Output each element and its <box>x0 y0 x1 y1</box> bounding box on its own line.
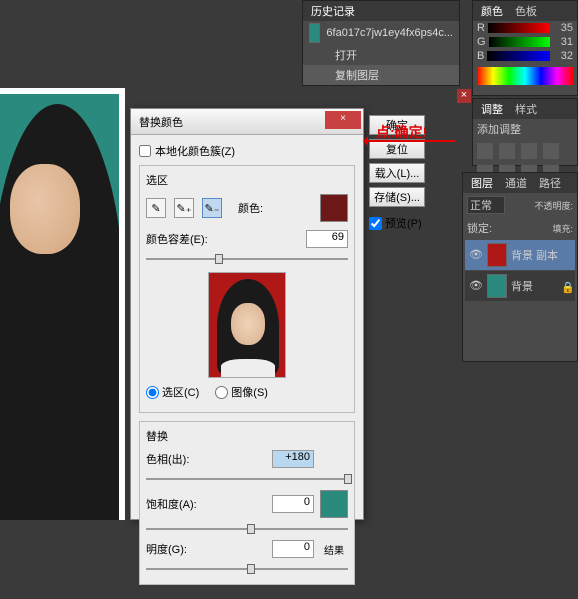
selection-preview <box>208 272 286 378</box>
annotation-text: 点:确定! <box>376 122 427 142</box>
lock-icon: 🔒 <box>561 281 571 291</box>
fill-label: 填充: <box>552 222 573 235</box>
result-color-swatch[interactable] <box>320 490 348 518</box>
opacity-label: 不透明度: <box>534 199 573 212</box>
adjustments-panel: 调整样式 添加调整 <box>472 98 578 166</box>
tolerance-input[interactable]: 69 <box>306 230 348 248</box>
r-slider[interactable] <box>488 23 550 33</box>
hue-slider[interactable] <box>146 472 348 486</box>
radio-image[interactable] <box>215 386 228 399</box>
saturation-slider[interactable] <box>146 522 348 536</box>
close-icon[interactable]: × <box>325 111 361 129</box>
color-tab[interactable]: 颜色 <box>481 3 503 19</box>
layer-row-bg[interactable]: 👁 背景 🔒 <box>465 271 575 301</box>
r-value[interactable]: 35 <box>553 22 573 34</box>
reset-button[interactable]: 复位 <box>369 139 425 159</box>
swatches-tab[interactable]: 色板 <box>515 3 537 19</box>
panel-close-icon[interactable]: × <box>457 89 471 103</box>
preview-checkbox[interactable] <box>369 217 382 230</box>
history-item-open[interactable]: 打开 <box>303 45 459 65</box>
g-slider[interactable] <box>489 37 550 47</box>
curves-icon[interactable] <box>521 143 537 159</box>
b-value[interactable]: 32 <box>553 50 573 62</box>
dialog-titlebar[interactable]: 替换颜色 × <box>131 109 363 135</box>
result-label: 结果 <box>320 542 348 557</box>
eyedropper-icon[interactable]: ✎ <box>146 198 166 218</box>
selection-group-title: 选区 <box>146 172 348 188</box>
replace-color-dialog: 替换颜色 × 本地化颜色簇(Z) 选区 ✎ ✎₊ ✎₋ 颜色: 颜色容差(E):… <box>130 108 364 520</box>
add-adjustment-label: 添加调整 <box>473 119 577 139</box>
selection-group: 选区 ✎ ✎₊ ✎₋ 颜色: 颜色容差(E): 69 选区(C) 图像(S) <box>139 165 355 413</box>
brightness-icon[interactable] <box>477 143 493 159</box>
eyedropper-plus-icon[interactable]: ✎₊ <box>174 198 194 218</box>
color-panel: 颜色色板 R35 G31 B32 × <box>472 0 578 96</box>
layer-row-copy[interactable]: 👁 背景 副本 <box>465 240 575 270</box>
levels-icon[interactable] <box>499 143 515 159</box>
replace-group-title: 替换 <box>146 428 348 444</box>
localize-checkbox[interactable] <box>139 145 151 157</box>
localize-label: 本地化颜色簇(Z) <box>155 143 235 159</box>
exposure-icon[interactable] <box>543 143 559 159</box>
g-label: G <box>477 36 486 48</box>
tolerance-slider[interactable] <box>146 252 348 266</box>
lightness-label: 明度(G): <box>146 541 206 557</box>
save-button[interactable]: 存储(S)... <box>369 187 425 207</box>
source-color-swatch[interactable] <box>320 194 348 222</box>
eyedropper-minus-icon[interactable]: ✎₋ <box>202 198 222 218</box>
history-snapshot[interactable]: 6fa017c7jw1ey4fx6ps4c... <box>303 21 459 45</box>
hue-label: 色相(出): <box>146 451 206 467</box>
saturation-label: 饱和度(A): <box>146 496 206 512</box>
g-value[interactable]: 31 <box>553 36 573 48</box>
paths-tab[interactable]: 路径 <box>539 175 561 191</box>
visibility-icon[interactable]: 👁 <box>469 279 483 293</box>
layer-thumb <box>487 274 507 298</box>
tolerance-label: 颜色容差(E): <box>146 231 208 247</box>
radio-image-label: 图像(S) <box>231 384 268 400</box>
load-button[interactable]: 载入(L)... <box>369 163 425 183</box>
radio-selection[interactable] <box>146 386 159 399</box>
lightness-slider[interactable] <box>146 562 348 576</box>
lightness-input[interactable]: 0 <box>272 540 314 558</box>
radio-selection-label: 选区(C) <box>162 384 199 400</box>
dialog-title: 替换颜色 <box>139 114 183 130</box>
saturation-input[interactable]: 0 <box>272 495 314 513</box>
history-thumb <box>309 23 320 43</box>
color-label: 颜色: <box>238 200 263 216</box>
layers-panel: 图层通道路径 正常 不透明度: 锁定: 填充: 👁 背景 副本 👁 背景 🔒 <box>462 172 578 362</box>
visibility-icon[interactable]: 👁 <box>469 248 483 262</box>
photo-teal-bg <box>0 94 119 520</box>
hue-strip[interactable] <box>477 67 573 85</box>
channels-tab[interactable]: 通道 <box>505 175 527 191</box>
lock-label: 锁定: <box>467 220 492 236</box>
b-label: B <box>477 50 484 62</box>
b-slider[interactable] <box>487 51 550 61</box>
layers-tab[interactable]: 图层 <box>471 175 493 191</box>
history-tab[interactable]: 历史记录 <box>311 3 355 19</box>
layer-thumb <box>487 243 507 267</box>
styles-tab[interactable]: 样式 <box>515 101 537 117</box>
annotation-arrow <box>366 140 456 142</box>
history-dup-label: 复制图层 <box>335 67 379 83</box>
layer-name: 背景 <box>511 278 533 294</box>
history-filename: 6fa017c7jw1ey4fx6ps4c... <box>326 27 453 39</box>
blend-mode-select[interactable]: 正常 <box>467 196 505 214</box>
layer-name: 背景 副本 <box>511 247 558 263</box>
history-panel: 历史记录 6fa017c7jw1ey4fx6ps4c... 打开 复制图层 <box>302 0 460 86</box>
history-item-duplicate[interactable]: 复制图层 <box>303 65 459 85</box>
replace-group: 替换 色相(出): +180 饱和度(A): 0 明度(G): 0 结果 <box>139 421 355 585</box>
hue-input[interactable]: +180 <box>272 450 314 468</box>
adjustments-tab[interactable]: 调整 <box>481 101 503 117</box>
r-label: R <box>477 22 485 34</box>
history-open-label: 打开 <box>335 47 357 63</box>
document-canvas[interactable] <box>0 88 125 520</box>
photo-face <box>10 164 80 254</box>
preview-label: 预览(P) <box>385 215 422 231</box>
